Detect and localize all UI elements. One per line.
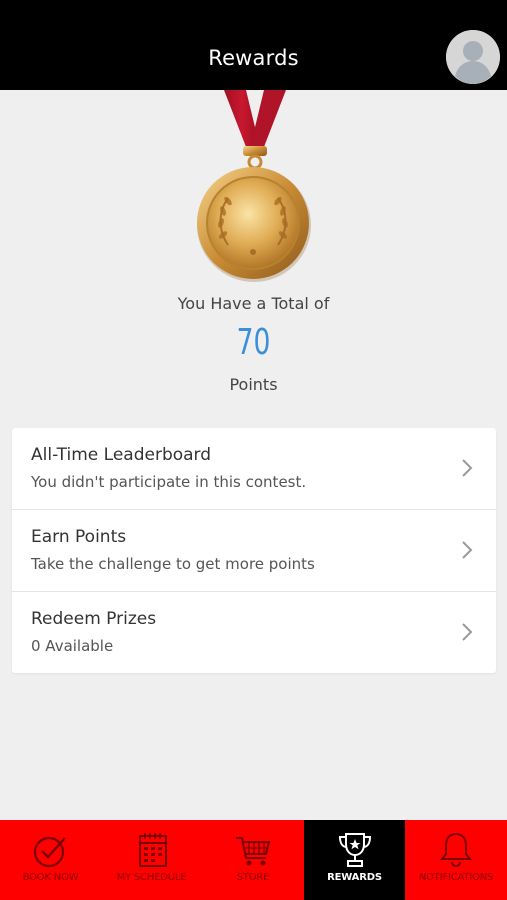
nav-store[interactable]: STORE: [202, 820, 304, 900]
points-total: 70: [236, 322, 271, 363]
nav-rewards[interactable]: REWARDS: [304, 820, 405, 900]
status-bar: [0, 0, 507, 28]
nav-label: STORE: [236, 872, 270, 883]
page-title: Rewards: [208, 46, 299, 70]
chevron-right-icon: [462, 623, 473, 641]
medal-illustration: [190, 90, 320, 285]
rewards-menu-card: All-Time Leaderboard You didn't particip…: [12, 428, 496, 673]
row-subtitle: 0 Available: [31, 637, 114, 655]
nav-label: REWARDS: [327, 872, 382, 883]
row-title: Earn Points: [31, 527, 127, 547]
points-intro-text: You Have a Total of: [177, 294, 330, 313]
points-unit-label: Points: [229, 375, 278, 394]
bell-icon: [439, 832, 473, 868]
row-subtitle: Take the challenge to get more points: [31, 555, 315, 573]
nav-notifications[interactable]: NOTIFICATIONS: [405, 820, 507, 900]
row-title: All-Time Leaderboard: [31, 445, 212, 465]
medal-icon: [197, 90, 311, 282]
cart-icon: [236, 837, 271, 866]
calendar-icon: [138, 833, 167, 867]
nav-label: NOTIFICATIONS: [418, 872, 494, 883]
nav-label: BOOK NOW: [22, 872, 79, 883]
bottom-nav: BOOK NOW MY SCHEDULE STORE REWARDS NOTIF…: [0, 820, 507, 900]
check-circle-icon: [33, 836, 66, 868]
chevron-right-icon: [462, 541, 473, 559]
user-avatar-icon: [446, 30, 500, 84]
nav-my-schedule[interactable]: MY SCHEDULE: [101, 820, 202, 900]
rewards-screen: Rewards You Have a Total of 70 Points Al…: [0, 0, 507, 900]
earn-points-row[interactable]: Earn Points Take the challenge to get mo…: [12, 510, 496, 592]
header-bar: Rewards: [0, 28, 507, 90]
trophy-icon: [338, 833, 371, 867]
avatar[interactable]: [446, 30, 500, 84]
nav-book-now[interactable]: BOOK NOW: [0, 820, 101, 900]
redeem-prizes-row[interactable]: Redeem Prizes 0 Available: [12, 592, 496, 673]
row-title: Redeem Prizes: [31, 609, 157, 629]
row-subtitle: You didn't participate in this contest.: [31, 473, 307, 491]
leaderboard-row[interactable]: All-Time Leaderboard You didn't particip…: [12, 428, 496, 510]
chevron-right-icon: [462, 459, 473, 477]
nav-label: MY SCHEDULE: [116, 872, 187, 883]
